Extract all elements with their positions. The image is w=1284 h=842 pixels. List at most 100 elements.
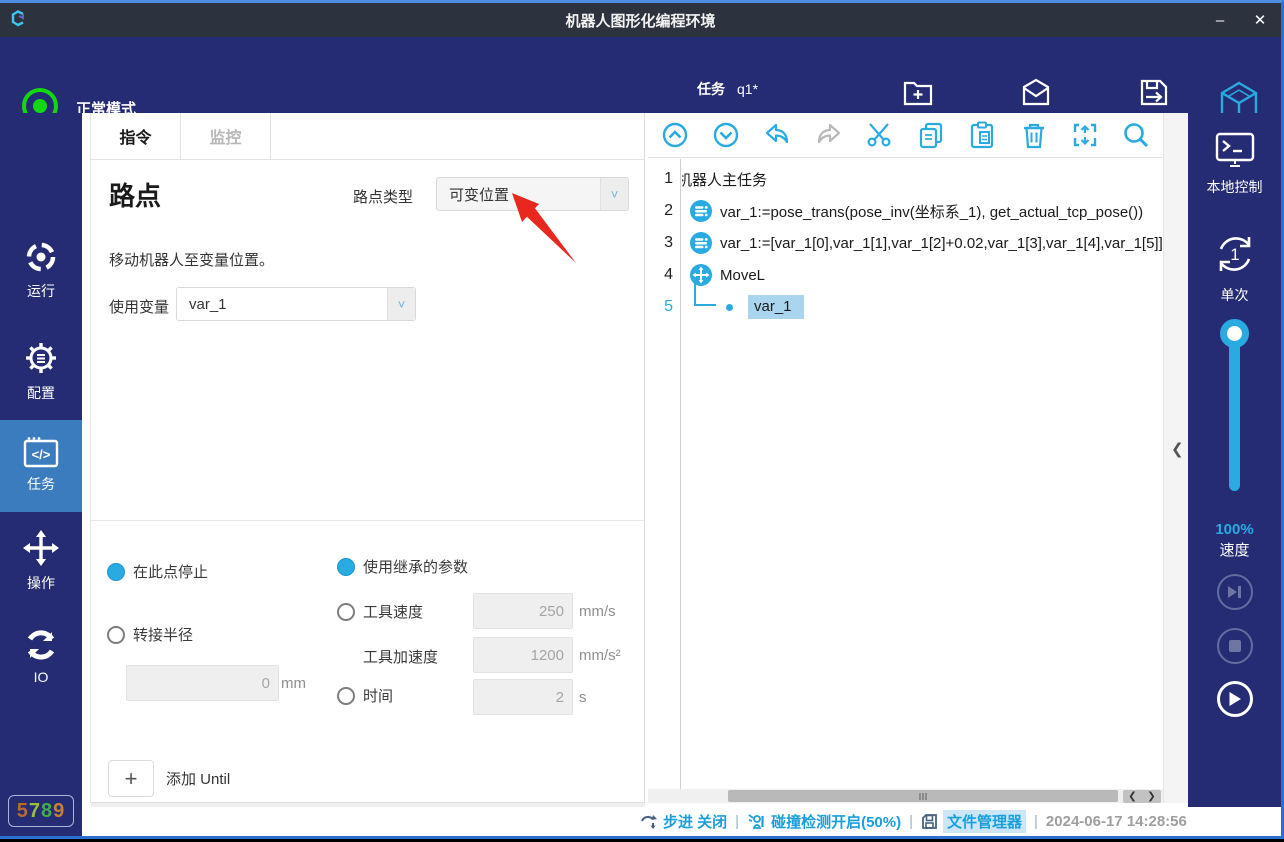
step-next-button[interactable] xyxy=(1217,574,1253,610)
replace-button[interactable] xyxy=(1070,120,1100,150)
line-number-current: 5 xyxy=(648,291,680,323)
play-button[interactable] xyxy=(1217,681,1253,717)
play-icon xyxy=(1228,691,1242,707)
program-tree: 机器人主任务 var_1:=pose_trans(pose_inv(坐标系_1)… xyxy=(682,163,1163,789)
blend-radius-radio[interactable] xyxy=(107,626,125,644)
panel-collapse-strip: ❮ xyxy=(1163,113,1188,803)
tool-speed-unit: mm/s xyxy=(579,603,616,620)
waypoint-type-label: 路点类型 xyxy=(353,186,413,207)
status-separator: | xyxy=(909,813,913,830)
line-number-gutter: 1 2 3 4 5 xyxy=(648,159,681,789)
tree-horizontal-scrollbar: ❮ ❯ xyxy=(648,789,1163,803)
copy-button[interactable] xyxy=(916,120,946,150)
gear-icon xyxy=(22,339,60,377)
minimize-button[interactable]: – xyxy=(1203,3,1237,37)
use-variable-dropdown[interactable]: var_1 ˅ xyxy=(176,287,416,321)
line-number: 4 xyxy=(648,259,680,291)
tree-row-assignment-2[interactable]: var_1:=[var_1[0],var_1[1],var_1[2]+0.02,… xyxy=(682,227,1163,259)
scroll-right-icon: ❯ xyxy=(1147,791,1155,802)
status-separator: | xyxy=(735,813,739,830)
sidebar-item-run[interactable]: 运行 xyxy=(0,231,82,309)
tree-row-waypoint-selected[interactable]: var_1 xyxy=(682,291,1163,323)
tab-instruction[interactable]: 指令 xyxy=(91,113,181,159)
single-run-button[interactable]: 1 单次 xyxy=(1188,231,1281,305)
collapse-left-icon[interactable]: ❮ xyxy=(1171,440,1184,458)
scrollbar-buttons[interactable]: ❮ ❯ xyxy=(1123,790,1161,803)
tool-speed-radio[interactable] xyxy=(337,603,355,621)
waypoint-title: 路点 xyxy=(109,176,161,213)
time-radio[interactable] xyxy=(337,687,355,705)
code-window-icon: </> xyxy=(23,436,59,468)
skip-next-icon xyxy=(1227,585,1243,599)
scroll-left-icon: ❮ xyxy=(1128,791,1136,802)
search-button[interactable] xyxy=(1121,120,1151,150)
time-option: 时间 xyxy=(337,685,393,706)
stop-icon xyxy=(1229,640,1241,652)
redo-button[interactable] xyxy=(814,120,844,150)
tool-speed-input[interactable]: 250 xyxy=(473,593,573,629)
speed-percent: 100% xyxy=(1188,521,1281,538)
line-number: 3 xyxy=(648,227,680,259)
step-mode-status[interactable]: 步进 关闭 xyxy=(640,811,727,832)
close-button[interactable]: ✕ xyxy=(1243,3,1277,37)
task-row: 任务q1* xyxy=(697,79,758,99)
waypoint-type-dropdown[interactable]: 可变位置 ˅ xyxy=(436,177,629,211)
stop-at-point-option: 在此点停止 xyxy=(107,561,208,582)
chevron-down-icon[interactable]: ˅ xyxy=(600,178,628,210)
delete-button[interactable] xyxy=(1019,120,1049,150)
app-window: 机器人图形化编程环境 – ✕ 正常模式 任务q1* 配置default 新建 打… xyxy=(0,0,1284,839)
tree-row-movel[interactable]: MoveL xyxy=(682,259,1163,291)
waypoint-icon xyxy=(718,296,740,318)
panel-tabs: 指令 监控 xyxy=(91,113,644,160)
inherit-params-radio[interactable] xyxy=(337,558,355,576)
sidebar-item-task[interactable]: </> 任务 xyxy=(0,420,82,512)
instruction-panel: 指令 监控 路点 路点类型 可变位置 ˅ 移动机器人至变量位置。 使用变量 va… xyxy=(90,113,645,803)
tool-speed-option: 工具速度 xyxy=(337,601,423,622)
sidebar-item-operate[interactable]: 操作 xyxy=(0,521,82,599)
paste-button[interactable] xyxy=(967,120,997,150)
status-timestamp: 2024-06-17 14:28:56 xyxy=(1046,813,1187,830)
terminal-icon xyxy=(1214,131,1256,169)
undo-button[interactable] xyxy=(762,120,792,150)
collision-detection-status[interactable]: 碰撞检测开启(50%) xyxy=(747,811,901,832)
sidebar-item-config[interactable]: 配置 xyxy=(0,331,82,409)
local-control-button[interactable]: 本地控制 xyxy=(1188,131,1281,197)
scrollbar-thumb[interactable] xyxy=(728,790,1118,802)
tool-accel-unit: mm/s² xyxy=(579,647,621,664)
stop-button[interactable] xyxy=(1217,628,1253,664)
move-down-button[interactable] xyxy=(711,120,741,150)
speed-slider-track[interactable] xyxy=(1229,331,1240,491)
sidebar-item-io[interactable]: IO xyxy=(0,619,82,697)
file-manager-button[interactable]: 文件管理器 xyxy=(921,810,1026,833)
save-icon xyxy=(1138,77,1170,107)
selected-node-label: var_1 xyxy=(748,295,804,319)
window-title: 机器人图形化编程环境 xyxy=(0,10,1281,31)
blend-radius-unit: mm xyxy=(281,675,306,692)
header: 正常模式 任务q1* 配置default 新建 打开 保存 xyxy=(0,37,1281,113)
io-arrows-icon xyxy=(23,627,59,663)
tree-toolbar xyxy=(648,113,1163,158)
add-until-label: 添加 Until xyxy=(166,768,230,789)
move-up-button[interactable] xyxy=(660,120,690,150)
speed-slider-knob[interactable] xyxy=(1220,319,1249,348)
tree-row-assignment-1[interactable]: var_1:=pose_trans(pose_inv(坐标系_1), get_a… xyxy=(682,195,1163,227)
svg-text:1: 1 xyxy=(1230,245,1239,264)
verification-code: 5789 xyxy=(8,795,74,827)
add-until-button[interactable]: + xyxy=(108,760,154,797)
blend-radius-input[interactable]: 0 xyxy=(126,665,279,701)
time-input[interactable]: 2 xyxy=(473,679,573,715)
status-separator: | xyxy=(1034,813,1038,830)
speed-label: 速度 xyxy=(1188,539,1281,560)
section-divider xyxy=(91,520,644,521)
step-arrow-icon xyxy=(640,814,658,830)
svg-text:</>: </> xyxy=(32,447,51,462)
tab-monitor[interactable]: 监控 xyxy=(181,113,271,159)
assignment-icon xyxy=(690,200,712,222)
stop-at-point-radio[interactable] xyxy=(107,563,125,581)
chevron-down-icon[interactable]: ˅ xyxy=(387,288,415,320)
run-icon xyxy=(23,239,59,275)
collision-icon xyxy=(747,813,766,830)
cut-button[interactable] xyxy=(865,120,895,150)
tree-row-main-task[interactable]: 机器人主任务 xyxy=(682,163,1163,195)
tool-accel-input[interactable]: 1200 xyxy=(473,637,573,673)
